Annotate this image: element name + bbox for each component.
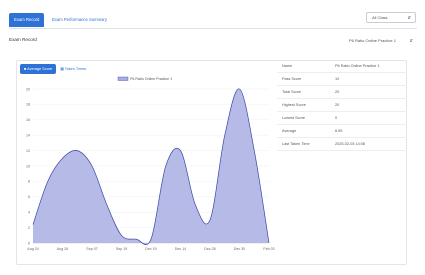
y-tick-label: 8 bbox=[28, 180, 30, 184]
info-row: Highest Score 20 bbox=[277, 99, 407, 112]
info-key: Total Score bbox=[282, 90, 301, 94]
info-key: Name bbox=[282, 64, 293, 68]
info-key: Highest Score bbox=[282, 103, 306, 107]
y-tick-label: 4 bbox=[28, 211, 30, 215]
y-tick-label: 0 bbox=[28, 241, 30, 245]
exam-info-panel: Name P6 Ratio Online Practice 1 Pass Score… bbox=[277, 60, 407, 151]
y-tick-label: 16 bbox=[26, 118, 30, 122]
info-value: 10 bbox=[335, 77, 340, 81]
y-tick-label: 6 bbox=[28, 195, 30, 199]
y-tick-label: 10 bbox=[26, 164, 30, 168]
info-key: Pass Score bbox=[282, 77, 302, 81]
info-key: Average bbox=[282, 129, 297, 133]
series-area bbox=[33, 88, 269, 245]
x-tick-label: Sep 19 bbox=[116, 247, 127, 251]
info-row: Total Score 20 bbox=[277, 86, 407, 99]
exam-record-page: Exam Record Exam Performance Summary All… bbox=[0, 0, 425, 275]
legend-swatch bbox=[117, 76, 129, 81]
info-row: Lowest Score 0 bbox=[277, 112, 407, 125]
info-row: Average 6.59 bbox=[277, 125, 407, 138]
x-tick-label: Dec 19 bbox=[145, 247, 156, 251]
info-row: Pass Score 10 bbox=[277, 73, 407, 86]
info-key: Last Taken Time bbox=[282, 142, 310, 146]
info-row: Last Taken Time 2025-02-03 14:08 bbox=[277, 138, 407, 151]
info-key: Lowest Score bbox=[282, 116, 306, 120]
info-value: 2025-02-03 14:08 bbox=[335, 142, 365, 146]
x-tick-label: Feb 03 bbox=[263, 247, 274, 251]
info-value: 20 bbox=[335, 90, 340, 94]
x-tick-label: Dec 28 bbox=[204, 247, 215, 251]
x-tick-label: Dec 14 bbox=[175, 247, 186, 251]
info-value: P6 Ratio Online Practice 1 bbox=[335, 64, 380, 68]
y-tick-label: 14 bbox=[26, 134, 30, 138]
info-value: 0 bbox=[335, 116, 338, 120]
y-tick-label: 20 bbox=[26, 87, 30, 91]
y-tick-label: 2 bbox=[28, 226, 30, 230]
info-value: 20 bbox=[335, 103, 340, 107]
info-value: 6.59 bbox=[335, 129, 343, 133]
x-tick-label: Aug 24 bbox=[27, 247, 38, 251]
x-tick-label: Sep 07 bbox=[86, 247, 97, 251]
x-tick-label: Aug 26 bbox=[57, 247, 68, 251]
legend-label: P6 Ratio Online Practice 1 bbox=[130, 77, 172, 81]
y-tick-label: 12 bbox=[26, 149, 30, 153]
y-tick-label: 18 bbox=[26, 103, 30, 107]
info-row: Name P6 Ratio Online Practice 1 bbox=[277, 60, 407, 73]
x-tick-label: Dec 30 bbox=[234, 247, 245, 251]
